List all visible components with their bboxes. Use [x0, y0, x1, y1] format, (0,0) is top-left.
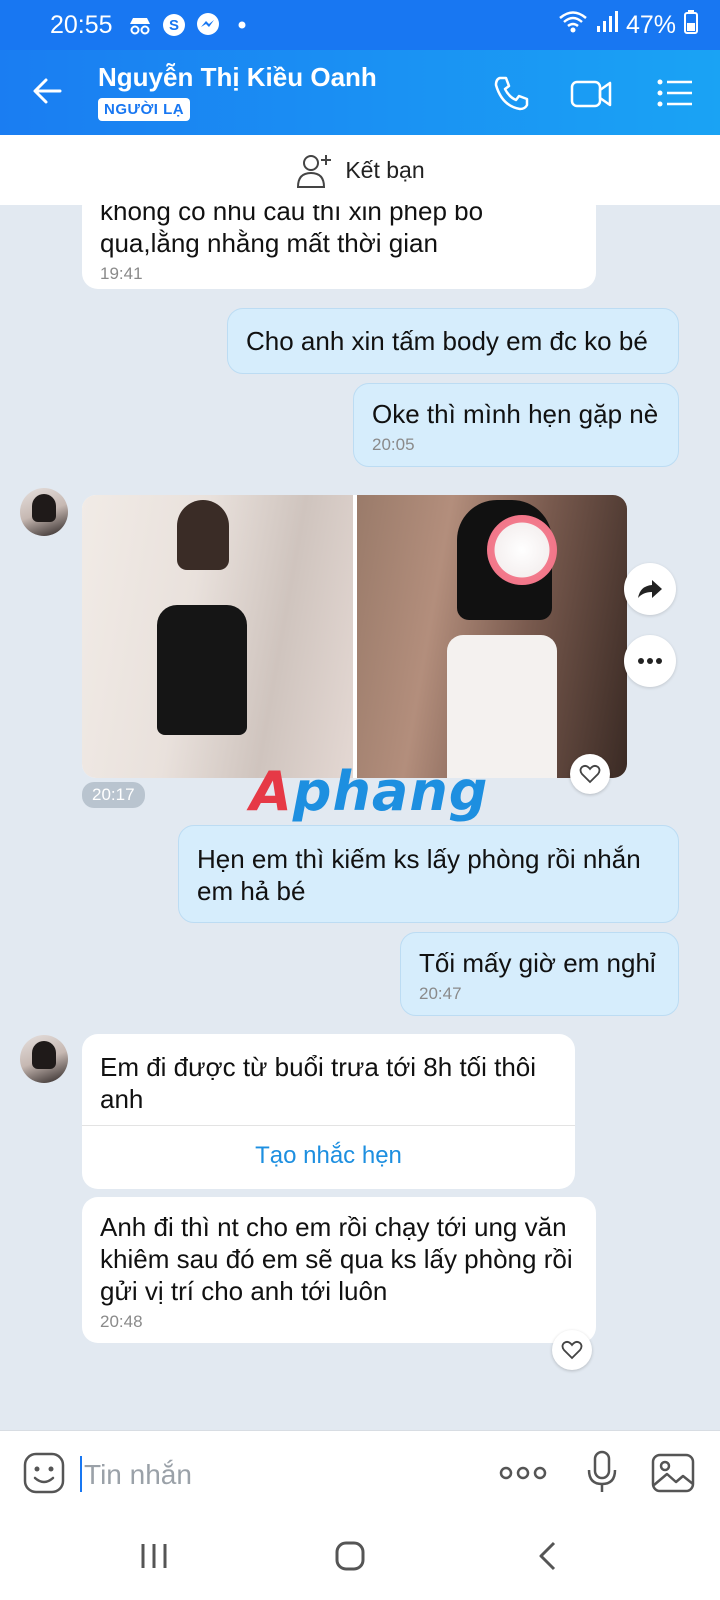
battery-icon	[684, 9, 698, 41]
photo-figure-body	[446, 635, 557, 778]
chevron-left-icon	[539, 1541, 556, 1571]
contact-avatar[interactable]	[20, 488, 68, 536]
video-camera-icon	[570, 80, 612, 108]
message-list[interactable]: không có nhu cầu thì xin phép bỏ qua,lằn…	[0, 205, 720, 1430]
message-bubble[interactable]: Anh đi thì nt cho em rồi chạy tới ung vă…	[82, 1197, 596, 1343]
voice-record-button[interactable]	[582, 1449, 622, 1495]
sticker-button[interactable]	[22, 1451, 66, 1495]
photo-time: 20:17	[82, 782, 145, 808]
send-image-button[interactable]	[650, 1451, 696, 1495]
wifi-icon	[558, 10, 588, 41]
emoji-icon	[23, 1452, 65, 1494]
chat-header: Nguyễn Thị Kiều Oanh NGƯỜI LẠ	[0, 50, 720, 135]
message-bubble[interactable]: Oke thì mình hẹn gặp nè 20:05	[353, 383, 679, 467]
message-time: 19:41	[100, 264, 143, 283]
more-dots-icon	[499, 1466, 547, 1480]
messenger-icon	[195, 12, 221, 38]
message-composer: Tin nhắn	[0, 1430, 720, 1510]
options-menu-button[interactable]	[652, 70, 698, 116]
message-text: Oke thì mình hẹn gặp nè	[372, 399, 659, 429]
watermark-part1: A	[250, 760, 293, 823]
heart-icon	[561, 1340, 583, 1360]
list-menu-icon	[657, 79, 692, 107]
dot-icon	[229, 12, 255, 38]
home-icon	[335, 1541, 365, 1571]
recents-icon	[141, 1544, 167, 1568]
react-heart-button[interactable]	[570, 754, 610, 794]
image-icon	[651, 1453, 695, 1493]
text-caret	[80, 1456, 82, 1492]
battery-percent: 47%	[625, 10, 676, 39]
message-bubble[interactable]: không có nhu cầu thì xin phép bỏ qua,lằn…	[82, 205, 596, 289]
heart-icon	[579, 764, 601, 784]
photo-figure-body	[157, 605, 247, 735]
react-heart-button[interactable]	[552, 1330, 592, 1370]
microphone-icon	[587, 1450, 617, 1492]
message-bubble[interactable]: Hẹn em thì kiếm ks lấy phòng rồi nhắn em…	[178, 825, 679, 923]
phone-icon	[494, 76, 529, 111]
recent-apps-button[interactable]	[134, 1536, 174, 1576]
signal-icon	[596, 10, 618, 41]
back-button[interactable]	[26, 68, 72, 114]
status-bar: 20:55 S 47%	[0, 0, 720, 50]
add-friend-button[interactable]: Kết bạn	[0, 135, 720, 205]
message-text: Em đi được từ buổi trưa tới 8h tối thôi …	[100, 1052, 537, 1114]
share-button[interactable]	[624, 563, 676, 615]
voice-call-button[interactable]	[488, 70, 534, 116]
more-actions-button[interactable]	[498, 1453, 548, 1493]
message-bubble[interactable]: Tối mấy giờ em nghỉ 20:47	[400, 932, 679, 1016]
s-app-icon: S	[161, 12, 187, 38]
photo-thumbnail[interactable]	[356, 495, 627, 778]
add-friend-label: Kết bạn	[345, 156, 425, 183]
status-time: 20:55	[50, 10, 113, 39]
stranger-badge: NGƯỜI LẠ	[98, 98, 191, 121]
face-blur-sticker	[486, 515, 557, 585]
message-time: 20:47	[419, 984, 462, 1003]
message-input[interactable]: Tin nhắn	[84, 1459, 192, 1491]
contact-avatar[interactable]	[20, 1035, 68, 1083]
message-text: Hẹn em thì kiếm ks lấy phòng rồi nhắn em…	[197, 844, 641, 906]
photo-message[interactable]	[82, 495, 627, 778]
add-friend-icon	[297, 155, 332, 188]
message-text: không có nhu cầu thì xin phép bỏ qua,lằn…	[100, 205, 484, 258]
message-text: Cho anh xin tấm body em đc ko bé	[246, 326, 648, 356]
more-options-button[interactable]	[624, 635, 676, 687]
message-bubble[interactable]: Em đi được từ buổi trưa tới 8h tối thôi …	[82, 1034, 575, 1189]
svg-text:S: S	[169, 17, 179, 34]
message-time: 20:05	[372, 435, 415, 454]
contact-name[interactable]: Nguyễn Thị Kiều Oanh	[98, 62, 377, 93]
ellipsis-icon	[638, 658, 662, 664]
watermark-part2: phang	[292, 760, 489, 823]
incognito-icon	[127, 12, 153, 38]
watermark: Aphang	[250, 760, 488, 823]
message-time: 20:48	[100, 1312, 143, 1331]
message-bubble[interactable]: Cho anh xin tấm body em đc ko bé	[227, 308, 679, 374]
photo-figure-head	[177, 500, 229, 570]
create-reminder-button[interactable]: Tạo nhắc hẹn	[82, 1125, 575, 1185]
video-call-button[interactable]	[568, 70, 614, 116]
photo-thumbnail[interactable]	[82, 495, 353, 778]
back-arrow-icon	[33, 78, 62, 104]
forward-arrow-icon	[638, 580, 662, 598]
system-nav-bar	[0, 1510, 720, 1600]
back-nav-button[interactable]	[528, 1536, 568, 1576]
home-button[interactable]	[330, 1536, 370, 1576]
message-text: Anh đi thì nt cho em rồi chạy tới ung vă…	[100, 1212, 573, 1306]
message-text: Tối mấy giờ em nghỉ	[419, 948, 656, 978]
